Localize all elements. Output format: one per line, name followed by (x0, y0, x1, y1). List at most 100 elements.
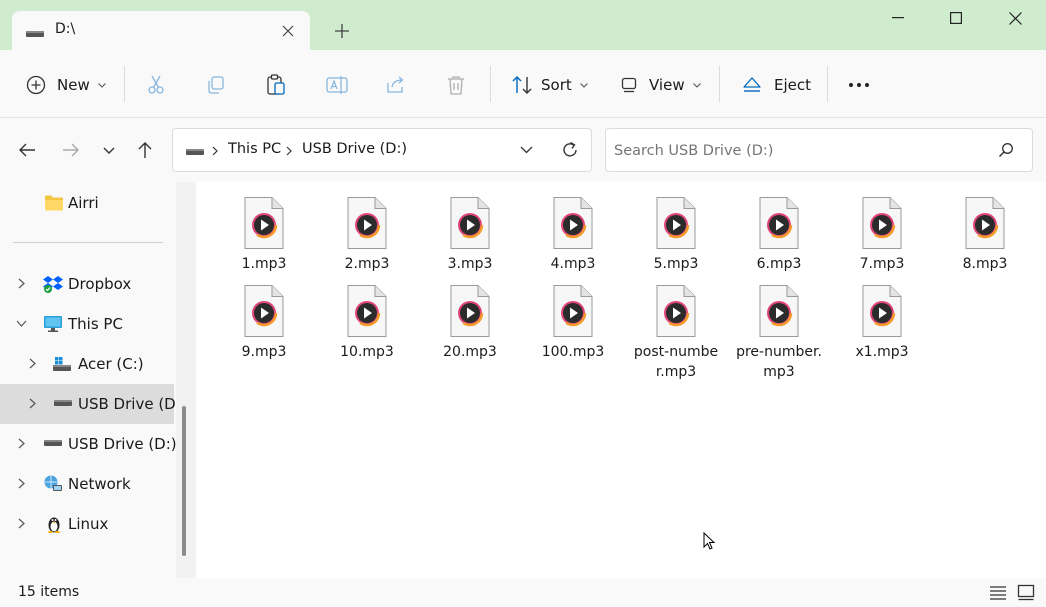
file-item[interactable]: 6.mp3 (733, 196, 825, 274)
file-item[interactable]: 3.mp3 (424, 196, 516, 274)
sidebar-item-network[interactable]: Network (0, 464, 174, 504)
eject-button[interactable]: Eject (742, 72, 811, 98)
audio-file-icon (244, 285, 284, 337)
search-icon[interactable] (998, 142, 1014, 158)
navigation-pane: Airri Dropbox This PC Acer (C:) USB Driv… (0, 182, 187, 578)
share-button[interactable] (386, 72, 406, 98)
sidebar-item-label: This PC (68, 315, 123, 333)
divider (13, 242, 163, 243)
chevron-right-icon[interactable] (18, 438, 25, 449)
item-count: 15 items (18, 584, 80, 600)
chevron-down-icon[interactable] (16, 320, 27, 327)
new-button[interactable]: New (26, 72, 106, 98)
chevron-right-icon[interactable] (18, 478, 25, 489)
file-name: 10.mp3 (340, 344, 394, 360)
chevron-right-icon[interactable] (29, 358, 36, 369)
file-item[interactable]: 10.mp3 (321, 284, 413, 362)
copy-button[interactable] (206, 72, 226, 98)
scissors-icon (148, 75, 164, 94)
recent-locations-button[interactable] (97, 138, 121, 162)
linux-penguin-icon (48, 517, 60, 533)
search-box[interactable] (605, 128, 1033, 172)
file-item[interactable]: 1.mp3 (218, 196, 310, 274)
up-button[interactable] (133, 138, 157, 162)
file-name: 7.mp3 (859, 256, 905, 272)
file-item[interactable]: 5.mp3 (630, 196, 722, 274)
sort-label: Sort (541, 76, 572, 94)
computer-icon (44, 316, 62, 332)
audio-file-icon (759, 285, 799, 337)
delete-button[interactable] (447, 72, 465, 98)
cut-button[interactable] (147, 72, 165, 98)
sidebar-item-usb-drive-d-nested[interactable]: USB Drive (D:) (0, 384, 187, 424)
sidebar-item-dropbox[interactable]: Dropbox (0, 264, 174, 304)
rename-button[interactable] (326, 72, 348, 98)
file-item[interactable]: pre-number.mp3 (733, 284, 825, 382)
sidebar-item-label: Airri (68, 194, 99, 212)
close-window-icon[interactable] (986, 0, 1044, 36)
arrow-up-icon (138, 142, 152, 158)
sidebar-item-label: Dropbox (68, 275, 132, 293)
large-icons-view-icon[interactable] (1017, 584, 1035, 602)
address-bar[interactable]: This PC USB Drive (D:) (172, 128, 592, 172)
search-input[interactable] (614, 139, 984, 163)
audio-file-icon (965, 197, 1005, 249)
breadcrumb-usb-drive[interactable]: USB Drive (D:) (302, 141, 407, 157)
sort-button[interactable]: Sort (511, 72, 588, 98)
navigation-bar: This PC USB Drive (D:) (0, 118, 1046, 182)
breadcrumb-this-pc[interactable]: This PC (228, 141, 281, 157)
refresh-icon[interactable] (561, 141, 579, 159)
audio-file-icon (553, 285, 593, 337)
chevron-down-icon (103, 147, 115, 154)
sidebar-item-usb-drive-d[interactable]: USB Drive (D:) (0, 424, 177, 464)
chevron-right-icon[interactable] (18, 518, 25, 529)
file-item[interactable]: 100.mp3 (527, 284, 619, 362)
file-item[interactable]: 8.mp3 (939, 196, 1031, 274)
plus-circle-icon (26, 75, 46, 95)
file-name: 6.mp3 (756, 256, 802, 272)
tab-d-drive[interactable]: D:\ (12, 11, 310, 50)
file-item[interactable]: 20.mp3 (424, 284, 516, 362)
new-tab-icon[interactable] (330, 19, 354, 43)
sidebar-item-linux[interactable]: Linux (0, 504, 174, 544)
file-item[interactable]: 4.mp3 (527, 196, 619, 274)
audio-file-icon (244, 197, 284, 249)
sidebar-scroll-track[interactable] (176, 182, 196, 578)
more-options-button[interactable] (848, 72, 870, 98)
chevron-right-icon (286, 146, 292, 156)
chevron-right-icon[interactable] (18, 278, 25, 289)
chevron-down-icon[interactable] (520, 146, 533, 154)
file-name: 20.mp3 (443, 344, 497, 360)
file-item[interactable]: x1.mp3 (836, 284, 928, 362)
view-label: View (649, 76, 685, 94)
audio-file-icon (450, 285, 490, 337)
sidebar-item-airri[interactable]: Airri (0, 183, 174, 223)
new-label: New (57, 76, 90, 94)
arrow-left-icon (19, 143, 35, 157)
audio-file-icon (656, 285, 696, 337)
trash-icon (448, 76, 464, 95)
audio-file-icon (553, 197, 593, 249)
file-name: 8.mp3 (962, 256, 1008, 272)
file-item[interactable]: 9.mp3 (218, 284, 310, 362)
separator (719, 66, 720, 102)
file-item[interactable]: 7.mp3 (836, 196, 928, 274)
sidebar-item-this-pc[interactable]: This PC (0, 304, 174, 344)
sidebar-scrollbar-thumb[interactable] (182, 406, 186, 556)
sidebar-item-acer-c[interactable]: Acer (C:) (0, 344, 174, 384)
file-item[interactable]: post-number.mp3 (630, 284, 722, 382)
file-item[interactable]: 2.mp3 (321, 196, 413, 274)
forward-button[interactable] (59, 138, 83, 162)
close-tab-icon[interactable] (276, 19, 300, 43)
usb-drive-icon (54, 400, 72, 406)
maximize-icon[interactable] (927, 0, 985, 36)
paste-button[interactable] (266, 72, 286, 98)
audio-file-icon (759, 197, 799, 249)
view-button[interactable]: View (621, 72, 701, 98)
chevron-right-icon[interactable] (29, 398, 36, 409)
minimize-icon[interactable] (869, 0, 927, 36)
file-name: 2.mp3 (344, 256, 390, 272)
details-view-icon[interactable] (989, 584, 1007, 602)
eject-label: Eject (774, 76, 812, 94)
back-button[interactable] (15, 138, 39, 162)
